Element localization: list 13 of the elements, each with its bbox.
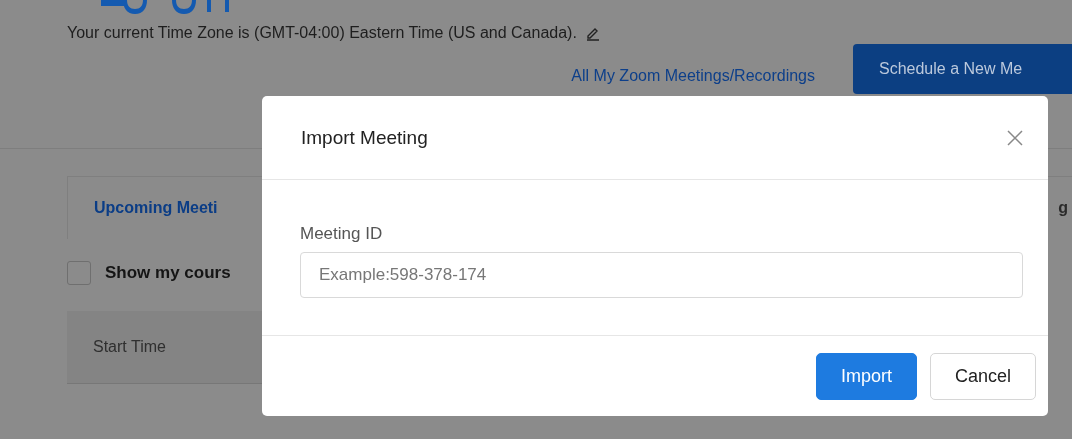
timezone-text: Your current Time Zone is (GMT-04:00) Eastern Time (US and Canada). (67, 24, 577, 42)
field-label: Meeting ID (300, 224, 384, 244)
cancel-button[interactable]: Cancel (929, 352, 1036, 400)
schedule-button[interactable]: Schedule a New Me (853, 44, 1072, 94)
meetings-link[interactable]: All My Zoom Meetings/Recordings (571, 67, 815, 85)
tab[interactable]: g (1058, 177, 1072, 239)
meeting-id-field[interactable]: Example:598-378-174 (300, 252, 1023, 298)
column-header: Start Time (92, 338, 166, 356)
dialog-title: Import Meeting (301, 126, 428, 149)
tab[interactable]: Upcoming Meeti (68, 177, 244, 239)
checkbox-label: Show my cours (105, 263, 231, 283)
import-button[interactable]: Import (815, 352, 917, 400)
checkbox[interactable] (67, 261, 91, 285)
